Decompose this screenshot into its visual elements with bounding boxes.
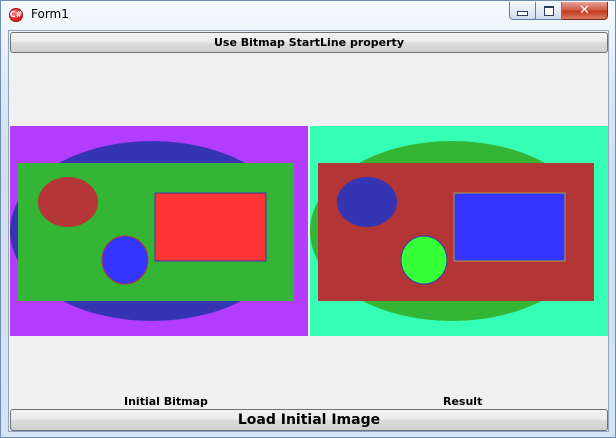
initial-rectangle: [154, 192, 267, 262]
maximize-button[interactable]: [536, 2, 562, 20]
minimize-button[interactable]: [509, 2, 536, 20]
result-rectangle: [453, 192, 566, 262]
load-initial-image-button[interactable]: Load Initial Image: [10, 409, 608, 431]
app-window: C# Form1 ✕ Use Bitmap StartLine property: [0, 0, 616, 438]
initial-bitmap-label: Initial Bitmap: [124, 395, 208, 408]
close-icon: ✕: [579, 3, 590, 18]
result-bitmap-picture: [310, 126, 608, 336]
maximize-icon: [543, 5, 554, 16]
initial-bitmap-picture: [10, 126, 308, 336]
close-button[interactable]: ✕: [562, 2, 608, 20]
result-label: Result: [443, 395, 483, 408]
initial-circle: [101, 235, 149, 285]
result-bitmap-image: [310, 126, 608, 336]
app-c-sharp-icon: C#: [9, 8, 23, 22]
form-client-area: Use Bitmap StartLine property Initial Bi…: [8, 30, 609, 432]
use-startline-button[interactable]: Use Bitmap StartLine property: [10, 32, 608, 53]
initial-bitmap-image: [10, 126, 308, 336]
minimize-icon: [517, 10, 528, 16]
initial-small-ellipse: [38, 177, 98, 227]
title-bar[interactable]: C# Form1 ✕: [1, 1, 615, 29]
window-title: Form1: [31, 7, 69, 21]
result-circle: [400, 235, 448, 285]
window-controls: ✕: [509, 2, 608, 20]
result-small-ellipse: [337, 177, 397, 227]
